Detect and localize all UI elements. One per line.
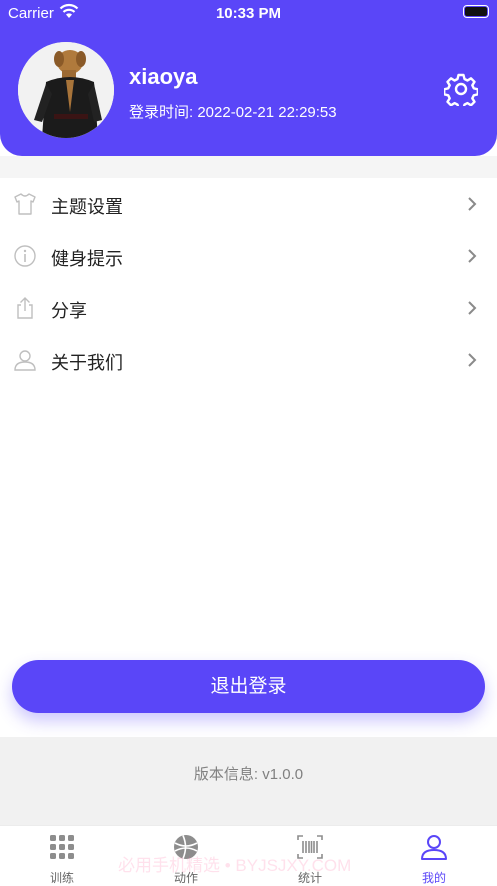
status-time: 10:33 PM: [215, 5, 282, 22]
user-icon: [421, 835, 447, 860]
battery-icon: [463, 5, 489, 18]
chevron-right-icon: [468, 353, 477, 367]
tab-label: 训练: [49, 871, 74, 885]
chevron-right-icon: [468, 249, 477, 263]
settings-menu: 主题设置 健身提示 分享 关于我们: [0, 178, 497, 386]
menu-separator: [0, 156, 497, 178]
menu-item-theme[interactable]: 主题设置: [0, 178, 497, 230]
status-bar: Carrier 10:33 PM: [0, 0, 497, 26]
gear-icon[interactable]: [444, 72, 478, 106]
menu-item-label: 健身提示: [51, 249, 123, 269]
info-icon: [14, 245, 36, 267]
profile-header: Carrier 10:33 PM xiaoya 登录时间: 2022-02-21…: [0, 0, 497, 156]
version-info: 版本信息: v1.0.0: [193, 766, 304, 783]
version-section: 版本信息: v1.0.0: [0, 737, 497, 825]
login-time: 登录时间: 2022-02-21 22:29:53: [129, 104, 337, 121]
logout-button[interactable]: 退出登录: [12, 660, 485, 713]
person-icon: [14, 350, 36, 371]
menu-item-label: 关于我们: [51, 353, 123, 373]
username: xiaoya: [129, 64, 198, 89]
chevron-right-icon: [468, 197, 477, 211]
menu-item-label: 分享: [51, 301, 87, 321]
share-icon: [17, 297, 33, 319]
tshirt-icon: [14, 193, 36, 215]
grid-icon: [50, 835, 74, 859]
menu-item-about-us[interactable]: 关于我们: [0, 334, 497, 386]
chevron-right-icon: [468, 301, 477, 315]
tab-label: 我的: [421, 871, 446, 885]
avatar[interactable]: [18, 42, 114, 138]
watermark: 必用手机精选 • BYJSJXY.COM: [118, 856, 352, 875]
tab-training[interactable]: 训练: [0, 826, 124, 885]
menu-item-fitness-tips[interactable]: 健身提示: [0, 230, 497, 282]
menu-item-share[interactable]: 分享: [0, 282, 497, 334]
avatar-image: [18, 42, 114, 138]
menu-item-label: 主题设置: [51, 197, 123, 217]
tab-mine[interactable]: 我的: [372, 826, 496, 885]
